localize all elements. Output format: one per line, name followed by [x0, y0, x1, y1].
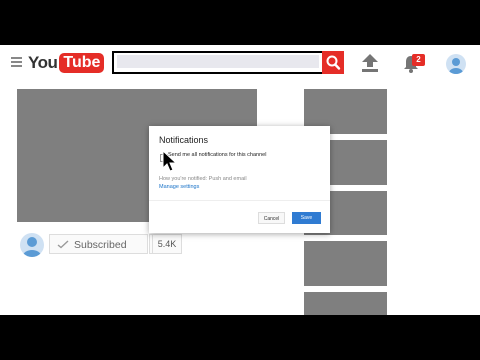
logo-tube-text: Tube [59, 53, 105, 73]
search-button[interactable] [322, 51, 344, 74]
subscriber-count: 5.4K [152, 234, 182, 254]
logo-you-text: You [28, 53, 58, 72]
app-frame: You Tube 2 Subscribed 5.4K Notifications… [0, 45, 480, 315]
channel-row: Subscribed 5.4K [20, 233, 220, 257]
notifications-dialog: Notifications Send me all notifications … [149, 126, 330, 233]
manage-settings-link[interactable]: Manage settings [159, 184, 199, 190]
check-icon [57, 240, 69, 249]
related-video-thumbnail[interactable] [304, 292, 387, 315]
search-icon [326, 55, 341, 70]
all-notifications-label[interactable]: Send me all notifications for this chann… [168, 152, 266, 158]
how-notified-text: How you're notified: Push and email [159, 176, 247, 182]
mouse-cursor-icon [162, 150, 178, 172]
account-avatar[interactable] [446, 54, 466, 74]
account-icon [449, 58, 463, 74]
search-box [112, 51, 326, 74]
subscribed-button[interactable]: Subscribed [49, 234, 148, 254]
top-bar: You Tube 2 [0, 45, 480, 87]
youtube-logo[interactable]: You Tube [28, 53, 105, 73]
subscribed-label: Subscribed [74, 239, 127, 251]
search-input[interactable] [117, 55, 319, 68]
upload-icon[interactable] [362, 54, 378, 72]
cancel-button[interactable]: Cancel [258, 212, 285, 224]
notification-count-badge: 2 [412, 54, 425, 66]
menu-icon[interactable] [11, 57, 22, 67]
dialog-divider [149, 200, 330, 201]
dialog-title: Notifications [159, 135, 209, 145]
related-video-thumbnail[interactable] [304, 241, 387, 286]
account-icon [23, 237, 41, 257]
channel-avatar[interactable] [20, 233, 44, 257]
save-button[interactable]: Save [292, 212, 321, 224]
